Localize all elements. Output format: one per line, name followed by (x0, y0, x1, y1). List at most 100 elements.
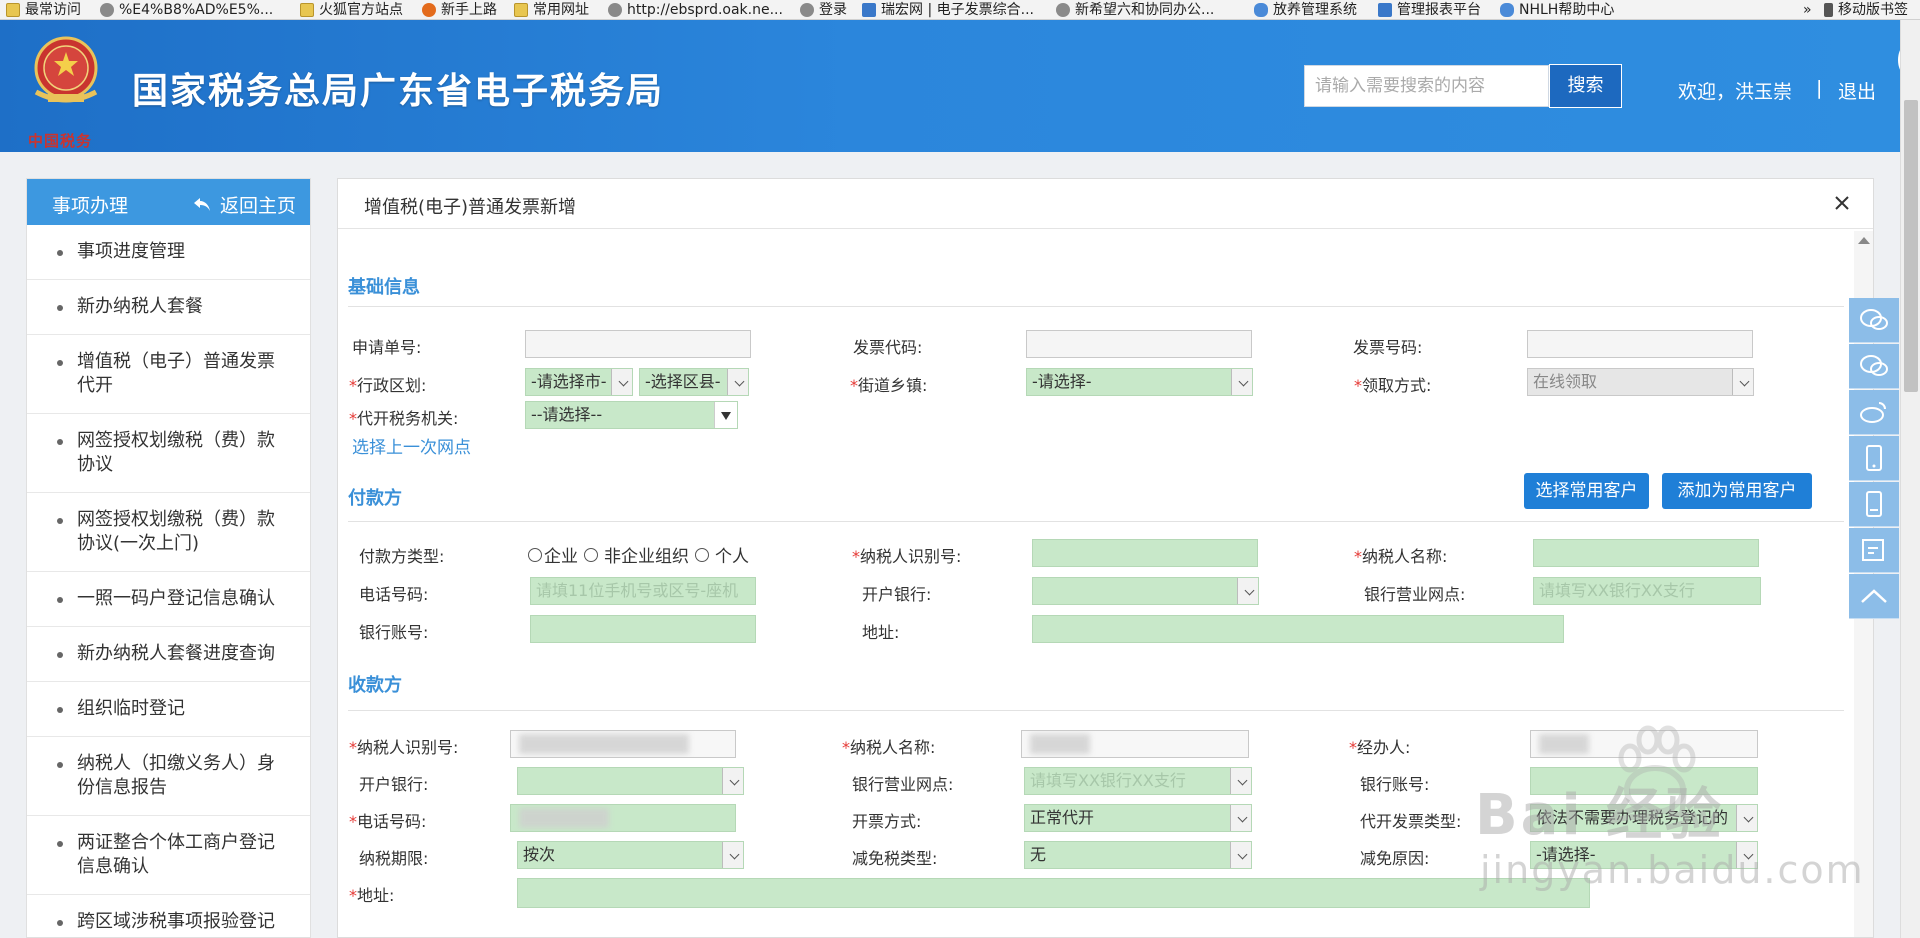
wechat-icon (1860, 309, 1888, 330)
cloud-icon (1254, 3, 1268, 17)
logout-link[interactable]: 退出 (1838, 77, 1876, 104)
street-label: *街道乡镇: (850, 376, 928, 395)
sidebar-item-license-confirm[interactable]: 一照一码户登记信息确认 (27, 572, 310, 627)
sidebar-item-cross-region[interactable]: 跨区域涉税事项报验登记 (27, 895, 310, 937)
bookmark-mobile[interactable]: 移动版书签 (1824, 1, 1908, 19)
bookmarks-bar: 最常访问 %E4%B8%AD%E5%... 火狐官方站点 新手上路 常用网址 h… (0, 0, 1920, 20)
receive-method-label: *领取方式: (1354, 376, 1432, 395)
payer-name-field[interactable] (1533, 539, 1759, 567)
radio-non-enterprise[interactable] (584, 547, 598, 562)
back-home-link[interactable]: 返回主页 (193, 191, 296, 218)
sidebar-item-temp-registration[interactable]: 组织临时登记 (27, 682, 310, 737)
payee-taxid-field[interactable] (510, 730, 736, 758)
mobile-site-button[interactable] (1849, 482, 1899, 527)
bookmark-nhlh-help[interactable]: NHLH帮助中心 (1500, 1, 1614, 19)
mobile-app-button[interactable] (1849, 436, 1899, 481)
site-title: 国家税务总局广东省电子税务局 (132, 71, 665, 112)
bookmark-encoded-url[interactable]: %E4%B8%AD%E5%... (100, 1, 273, 19)
scroll-up-icon[interactable] (1858, 237, 1870, 244)
feedback-button[interactable] (1849, 528, 1899, 573)
sidebar: 事项办理 返回主页 事项进度管理 新办纳税人套餐 增值税（电子）普通发票代开 网… (26, 178, 311, 938)
payer-branch-label: 银行营业网点: (1364, 585, 1466, 604)
street-select[interactable]: -请选择- (1026, 368, 1253, 396)
sidebar-item-package-query[interactable]: 新办纳税人套餐进度查询 (27, 627, 310, 682)
payee-address-field[interactable] (517, 878, 1590, 908)
invoice-code-field (1026, 330, 1252, 358)
folder-icon (300, 3, 314, 17)
cloud-icon (1500, 3, 1514, 17)
receive-method-select[interactable]: 在线领取 (1527, 368, 1754, 396)
select-last-point-link[interactable]: 选择上一次网点 (352, 433, 471, 458)
sidebar-item-new-taxpayer-package[interactable]: 新办纳税人套餐 (27, 280, 310, 335)
chevron-up-icon (1861, 589, 1887, 603)
bookmark-farming[interactable]: 放养管理系统 (1254, 1, 1357, 19)
payer-type-label: 付款方类型: (359, 547, 445, 566)
close-icon[interactable] (1828, 189, 1856, 217)
add-customer-button[interactable]: 添加为常用客户 (1662, 473, 1812, 509)
tax-period-select[interactable]: 按次 (517, 841, 744, 869)
firefox-icon (422, 3, 436, 17)
wechat-button[interactable] (1849, 298, 1899, 343)
sidebar-item-individual-business[interactable]: 两证整合个体工商户登记信息确认 (27, 816, 310, 895)
sidebar-item-auth-agreement[interactable]: 网签授权划缴税（费）款协议 (27, 414, 310, 493)
payee-bank-select[interactable] (517, 767, 744, 795)
bookmark-common-sites[interactable]: 常用网址 (514, 1, 589, 19)
bookmarks-overflow[interactable]: » (1803, 1, 1812, 19)
tablet-icon (1866, 491, 1882, 517)
weibo-button[interactable] (1849, 390, 1899, 435)
payee-name-field[interactable] (1021, 730, 1249, 758)
sidebar-item-identity-report[interactable]: 纳税人（扣缴义务人）身份信息报告 (27, 737, 310, 816)
weibo-icon (1860, 402, 1886, 423)
mobile-phone-icon (1866, 445, 1882, 471)
issue-method-select[interactable]: 正常代开 (1024, 804, 1252, 832)
payee-phone-field[interactable] (510, 804, 736, 832)
bookmark-firefox-site[interactable]: 火狐官方站点 (300, 1, 403, 19)
sidebar-item-auth-agreement-onsite[interactable]: 网签授权划缴税（费）款协议(一次上门) (27, 493, 310, 572)
payer-taxid-field[interactable] (1032, 539, 1258, 567)
payer-account-field[interactable] (530, 615, 756, 643)
edit-note-icon (1862, 539, 1884, 561)
bookmark-login[interactable]: 登录 (800, 1, 847, 19)
payee-branch-select[interactable]: 请填写XX银行XX支行 (1024, 767, 1252, 795)
section-basic-info: 基础信息 (348, 273, 1844, 307)
payer-address-field[interactable] (1032, 615, 1564, 643)
panel-title: 增值税(电子)普通发票新增 (364, 197, 577, 218)
radio-individual[interactable] (695, 547, 709, 562)
sidebar-header: 事项办理 返回主页 (27, 179, 310, 225)
chat-bubbles-icon (1860, 355, 1888, 376)
back-to-top-button[interactable] (1849, 574, 1899, 619)
search-input[interactable]: 请输入需要搜索的内容 (1304, 65, 1549, 107)
tax-office-select[interactable]: --请选择-- (525, 401, 738, 429)
window-scrollbar[interactable] (1900, 20, 1920, 938)
district-select[interactable]: -选择区县- (639, 368, 749, 396)
select-customer-button[interactable]: 选择常用客户 (1524, 473, 1649, 509)
payer-bank-select[interactable] (1032, 577, 1259, 605)
bookmark-ebsprd[interactable]: http://ebsprd.oak.ne... (608, 1, 783, 19)
scrollbar-thumb[interactable] (1904, 100, 1918, 392)
payer-bank-label: 开户银行: (862, 585, 932, 604)
tax-emblem-icon (34, 36, 98, 103)
payee-account-label: 银行账号: (1360, 775, 1430, 794)
sidebar-title: 事项办理 (52, 195, 129, 217)
bookmark-newhope[interactable]: 新希望六和协同办公... (1056, 1, 1214, 19)
wechat-moments-button[interactable] (1849, 344, 1899, 389)
relief-type-select[interactable]: 无 (1024, 841, 1252, 869)
emblem-caption: 中国税务 (28, 132, 93, 150)
radio-enterprise[interactable] (528, 547, 542, 562)
issue-method-label: 开票方式: (852, 812, 922, 831)
city-select[interactable]: -请选择市- (525, 368, 633, 396)
bookmark-most-visited[interactable]: 最常访问 (6, 1, 81, 19)
payer-branch-field[interactable]: 请填写XX银行XX支行 (1533, 577, 1761, 605)
sidebar-item-progress[interactable]: 事项进度管理 (27, 225, 310, 280)
invoice-code-label: 发票代码: (853, 338, 923, 357)
bookmark-getting-started[interactable]: 新手上路 (422, 1, 497, 19)
apply-no-label: 申请单号: (352, 338, 422, 357)
payer-name-label: *纳税人名称: (1354, 547, 1448, 566)
bookmark-report[interactable]: 管理报表平台 (1378, 1, 1481, 19)
payee-taxid-label: *纳税人识别号: (349, 738, 459, 757)
invoice-no-field (1527, 330, 1753, 358)
payer-phone-field[interactable]: 请填11位手机号或区号-座机 (530, 577, 756, 605)
bookmark-ruihong[interactable]: 瑞宏网 | 电子发票综合... (862, 1, 1034, 19)
search-button[interactable]: 搜索 (1549, 64, 1622, 108)
sidebar-item-vat-invoice[interactable]: 增值税（电子）普通发票代开 (27, 335, 310, 414)
